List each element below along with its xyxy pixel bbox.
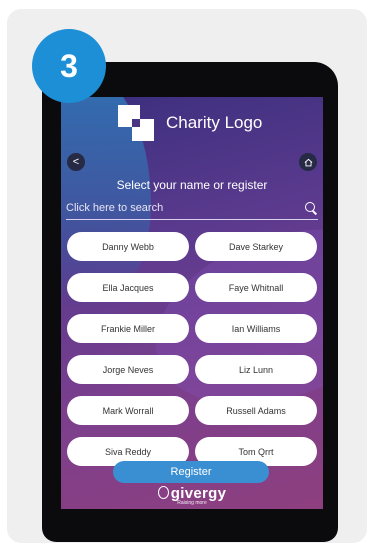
tablet-screen: Charity Logo < Select your name or regis… — [61, 97, 323, 509]
name-button[interactable]: Russell Adams — [195, 396, 317, 425]
givergy-logo: givergy Raising more — [61, 485, 323, 506]
home-button[interactable] — [299, 153, 317, 171]
name-button[interactable]: Mark Worrall — [67, 396, 189, 425]
search-icon[interactable] — [304, 201, 318, 215]
name-button[interactable]: Jorge Neves — [67, 355, 189, 384]
search-bar — [66, 197, 318, 220]
name-button[interactable]: Faye Whitnall — [195, 273, 317, 302]
name-button[interactable]: Ella Jacques — [67, 273, 189, 302]
name-button[interactable]: Liz Lunn — [195, 355, 317, 384]
givergy-logo-icon — [157, 486, 169, 499]
name-list: Danny Webb Dave Starkey Ella Jacques Fay… — [67, 232, 317, 466]
select-name-prompt: Select your name or register — [116, 178, 268, 192]
back-icon: < — [72, 156, 80, 168]
name-button[interactable]: Frankie Miller — [67, 314, 189, 343]
search-input[interactable] — [66, 202, 304, 214]
name-button[interactable]: Danny Webb — [67, 232, 189, 261]
register-button[interactable]: Register — [113, 461, 269, 483]
step-number-badge: 3 — [32, 29, 106, 103]
charity-logo-mark — [118, 105, 154, 141]
charity-logo-text: Charity Logo — [166, 113, 263, 132]
home-icon — [304, 158, 312, 166]
brand-tagline: Raising more — [177, 500, 207, 506]
charity-logo: Charity Logo — [118, 103, 288, 143]
name-button[interactable]: Ian Williams — [195, 314, 317, 343]
name-button[interactable]: Dave Starkey — [195, 232, 317, 261]
back-button[interactable]: < — [67, 153, 85, 171]
